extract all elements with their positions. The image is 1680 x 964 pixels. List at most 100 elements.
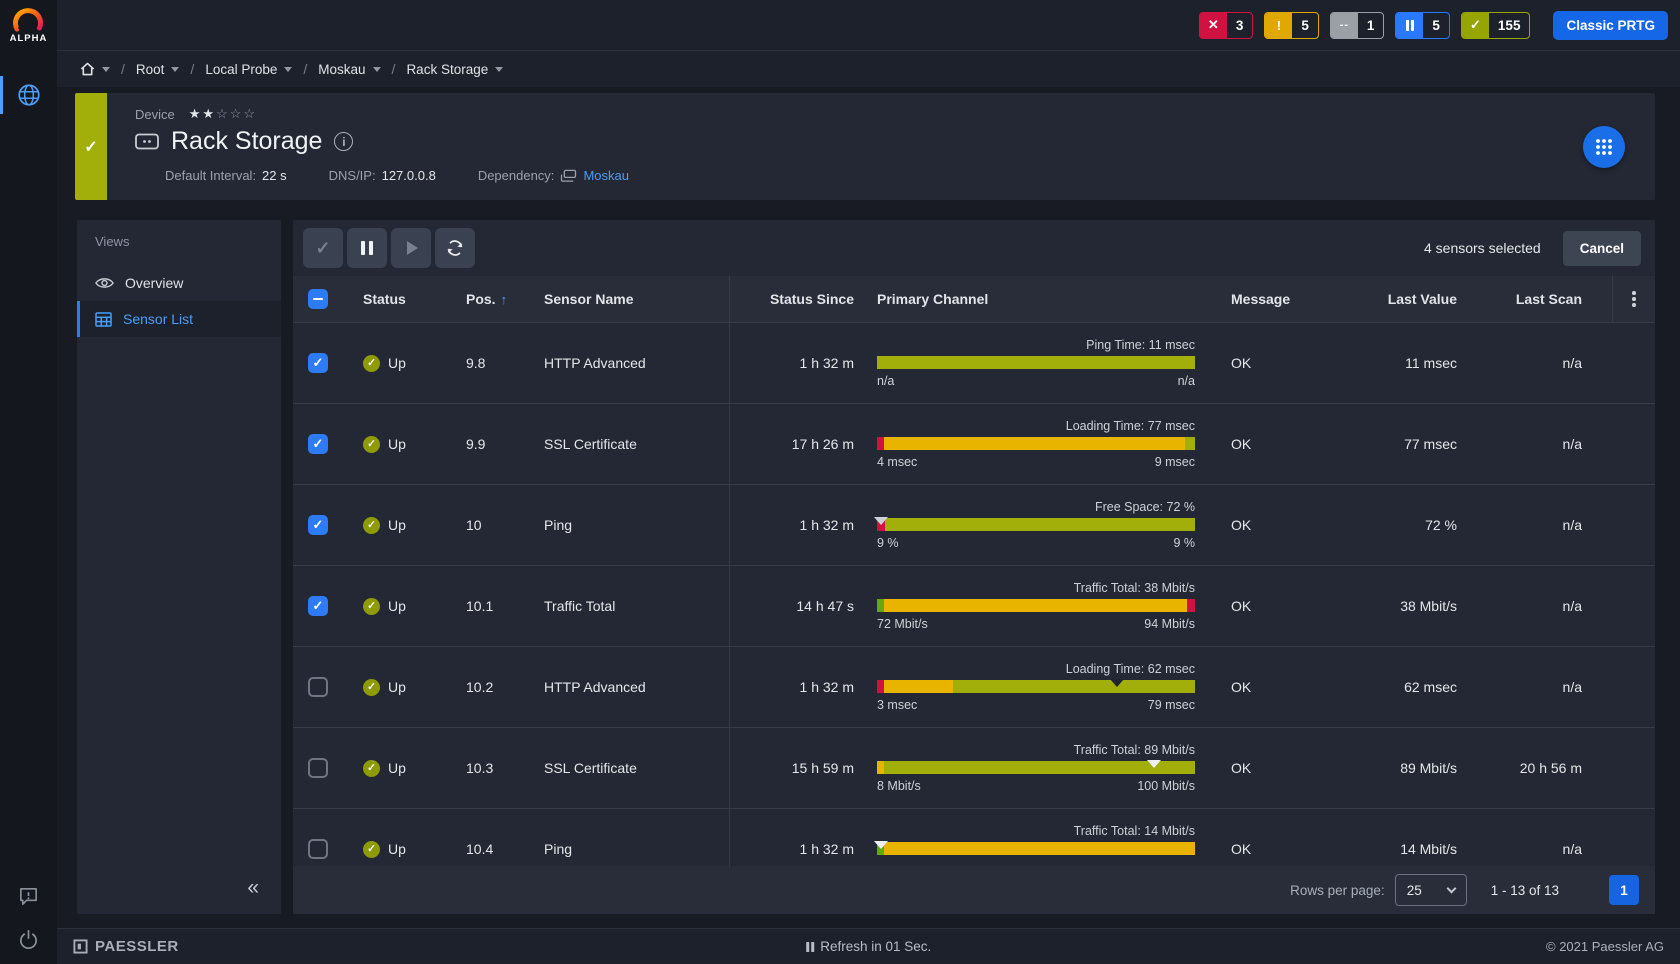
- table-row[interactable]: ✓ ✓ Up 10.2 HTTP Advanced 1 h 32 m Loadi…: [293, 646, 1655, 727]
- status-since-cell: 1 h 32 m: [729, 647, 857, 727]
- check-icon: ✓: [315, 238, 330, 259]
- row-checkbox[interactable]: ✓: [308, 515, 328, 535]
- column-header-last-scan[interactable]: Last Scan: [1467, 276, 1612, 322]
- alarm-badge-unknown[interactable]: -- 1: [1330, 12, 1385, 39]
- bar-segment: [1185, 437, 1195, 450]
- row-checkbox[interactable]: ✓: [308, 596, 328, 616]
- bar-segment: [953, 680, 1195, 693]
- column-header-pos[interactable]: Pos.↑: [448, 276, 520, 322]
- refresh-countdown[interactable]: Refresh in 01 Sec.: [806, 939, 932, 954]
- apps-menu-button[interactable]: [1583, 126, 1625, 168]
- pause-button[interactable]: [347, 228, 387, 268]
- table-row[interactable]: ✓ ✓ Up 10.3 SSL Certificate 15 h 59 m Tr…: [293, 727, 1655, 808]
- column-header-status[interactable]: Status: [343, 276, 448, 322]
- row-checkbox[interactable]: ✓: [308, 353, 328, 373]
- sensor-name-cell[interactable]: Ping: [520, 485, 729, 565]
- priority-stars[interactable]: ★★☆☆☆: [189, 106, 257, 122]
- table-row[interactable]: ✓ ✓ Up 10.1 Traffic Total 14 h 47 s Traf…: [293, 565, 1655, 646]
- feedback-button[interactable]: [18, 886, 39, 907]
- logout-button[interactable]: [18, 929, 39, 950]
- breadcrumb-home[interactable]: [80, 62, 110, 76]
- column-header-message[interactable]: Message: [1217, 276, 1317, 322]
- channel-min-label: 4 msec: [877, 455, 917, 470]
- breadcrumb-separator: /: [190, 61, 194, 77]
- bar-segment: [884, 599, 1187, 612]
- row-checkbox[interactable]: ✓: [308, 839, 328, 859]
- table-row[interactable]: ✓ ✓ Up 10.4 Ping 1 h 32 m Traffic Total:…: [293, 808, 1655, 866]
- channel-bar: [877, 680, 1195, 693]
- sensor-name-cell[interactable]: HTTP Advanced: [520, 647, 729, 727]
- pause-icon: [806, 942, 815, 952]
- chevron-down-icon: [1446, 884, 1456, 894]
- sensor-name-cell[interactable]: HTTP Advanced: [520, 323, 729, 403]
- table-row[interactable]: ✓ ✓ Up 10 Ping 1 h 32 m Free Space: 72 %…: [293, 484, 1655, 565]
- device-status-flag: ✓: [75, 93, 107, 200]
- column-options-cell: [1612, 276, 1655, 322]
- info-icon[interactable]: i: [334, 132, 353, 151]
- breadcrumb-local-probe[interactable]: Local Probe: [205, 62, 292, 77]
- row-checkbox[interactable]: ✓: [308, 434, 328, 454]
- table-row[interactable]: ✓ ✓ Up 9.9 SSL Certificate 17 h 26 m Loa…: [293, 403, 1655, 484]
- sensor-name-cell[interactable]: SSL Certificate: [520, 728, 729, 808]
- resume-button[interactable]: [391, 228, 431, 268]
- column-header-last-value[interactable]: Last Value: [1317, 276, 1467, 322]
- chevron-down-icon: [171, 67, 179, 72]
- status-cell: ✓ Up: [343, 809, 448, 866]
- pause-icon: [1396, 13, 1423, 38]
- prtg-logo[interactable]: ALPHA: [10, 8, 48, 44]
- breadcrumb-separator: /: [392, 61, 396, 77]
- status-up-icon: ✓: [363, 355, 380, 372]
- bar-marker: [874, 517, 888, 525]
- refresh-icon: [445, 238, 465, 258]
- select-all-checkbox[interactable]: [308, 289, 328, 309]
- up-count: 155: [1489, 13, 1530, 38]
- primary-channel-cell: Free Space: 72 % 9 % 9 %: [857, 485, 1217, 565]
- last-value-cell: 62 msec: [1317, 647, 1467, 727]
- last-value-cell: 77 msec: [1317, 404, 1467, 484]
- meta-dns-ip: DNS/IP: 127.0.0.8: [329, 168, 436, 183]
- view-item-overview[interactable]: Overview: [77, 265, 281, 301]
- chevron-down-icon: [102, 67, 110, 72]
- column-header-primary-channel[interactable]: Primary Channel: [857, 276, 1217, 322]
- kebab-menu-icon[interactable]: [1628, 287, 1640, 311]
- alarm-badge-down[interactable]: ✕ 3: [1199, 12, 1254, 39]
- primary-channel-cell: Traffic Total: 14 Mbit/s: [857, 809, 1217, 866]
- check-button[interactable]: ✓: [303, 228, 343, 268]
- view-item-sensor-list[interactable]: Sensor List: [77, 301, 281, 337]
- grid-dots-icon: [1595, 138, 1613, 156]
- meta-default-interval: Default Interval: 22 s: [165, 168, 287, 183]
- column-header-status-since[interactable]: Status Since: [729, 276, 857, 322]
- rows-per-page-label: Rows per page:: [1290, 883, 1385, 898]
- table-header: Status Pos.↑ Sensor Name Status Since Pr…: [293, 276, 1655, 322]
- classic-prtg-button[interactable]: Classic PRTG: [1553, 11, 1668, 40]
- status-label: Up: [388, 679, 406, 695]
- breadcrumb-root[interactable]: Root: [136, 62, 180, 77]
- message-cell: OK: [1217, 404, 1317, 484]
- bar-marker: [874, 841, 888, 849]
- alarm-badge-warning[interactable]: ! 5: [1264, 12, 1319, 39]
- sensor-name-cell[interactable]: Ping: [520, 809, 729, 866]
- row-menu-cell: [1612, 728, 1655, 808]
- column-header-sensor-name[interactable]: Sensor Name: [520, 276, 729, 322]
- page-1-button[interactable]: 1: [1609, 875, 1639, 905]
- dependency-link[interactable]: Moskau: [583, 168, 629, 183]
- rows-per-page-select[interactable]: 25: [1395, 874, 1467, 906]
- table-row[interactable]: ✓ ✓ Up 9.8 HTTP Advanced 1 h 32 m Ping T…: [293, 322, 1655, 403]
- row-checkbox[interactable]: ✓: [308, 758, 328, 778]
- row-checkbox[interactable]: ✓: [308, 677, 328, 697]
- breadcrumb-moskau[interactable]: Moskau: [318, 62, 380, 77]
- primary-channel-cell: Loading Time: 62 msec 3 msec 79 msec: [857, 647, 1217, 727]
- sensor-name-cell[interactable]: SSL Certificate: [520, 404, 729, 484]
- unknown-count: 1: [1358, 13, 1384, 38]
- paessler-brand[interactable]: PAESSLER: [73, 938, 179, 955]
- breadcrumb-rack-storage[interactable]: Rack Storage: [406, 62, 503, 77]
- primary-channel-cell: Traffic Total: 38 Mbit/s 72 Mbit/s 94 Mb…: [857, 566, 1217, 646]
- sidebar-item-devices[interactable]: [0, 72, 57, 118]
- cancel-button[interactable]: Cancel: [1563, 231, 1641, 266]
- scan-now-button[interactable]: [435, 228, 475, 268]
- alarm-badge-paused[interactable]: 5: [1395, 12, 1450, 39]
- position-cell: 9.8: [448, 323, 520, 403]
- alarm-badge-up[interactable]: ✓ 155: [1461, 12, 1531, 39]
- sensor-name-cell[interactable]: Traffic Total: [520, 566, 729, 646]
- collapse-panel-button[interactable]: «: [247, 876, 259, 900]
